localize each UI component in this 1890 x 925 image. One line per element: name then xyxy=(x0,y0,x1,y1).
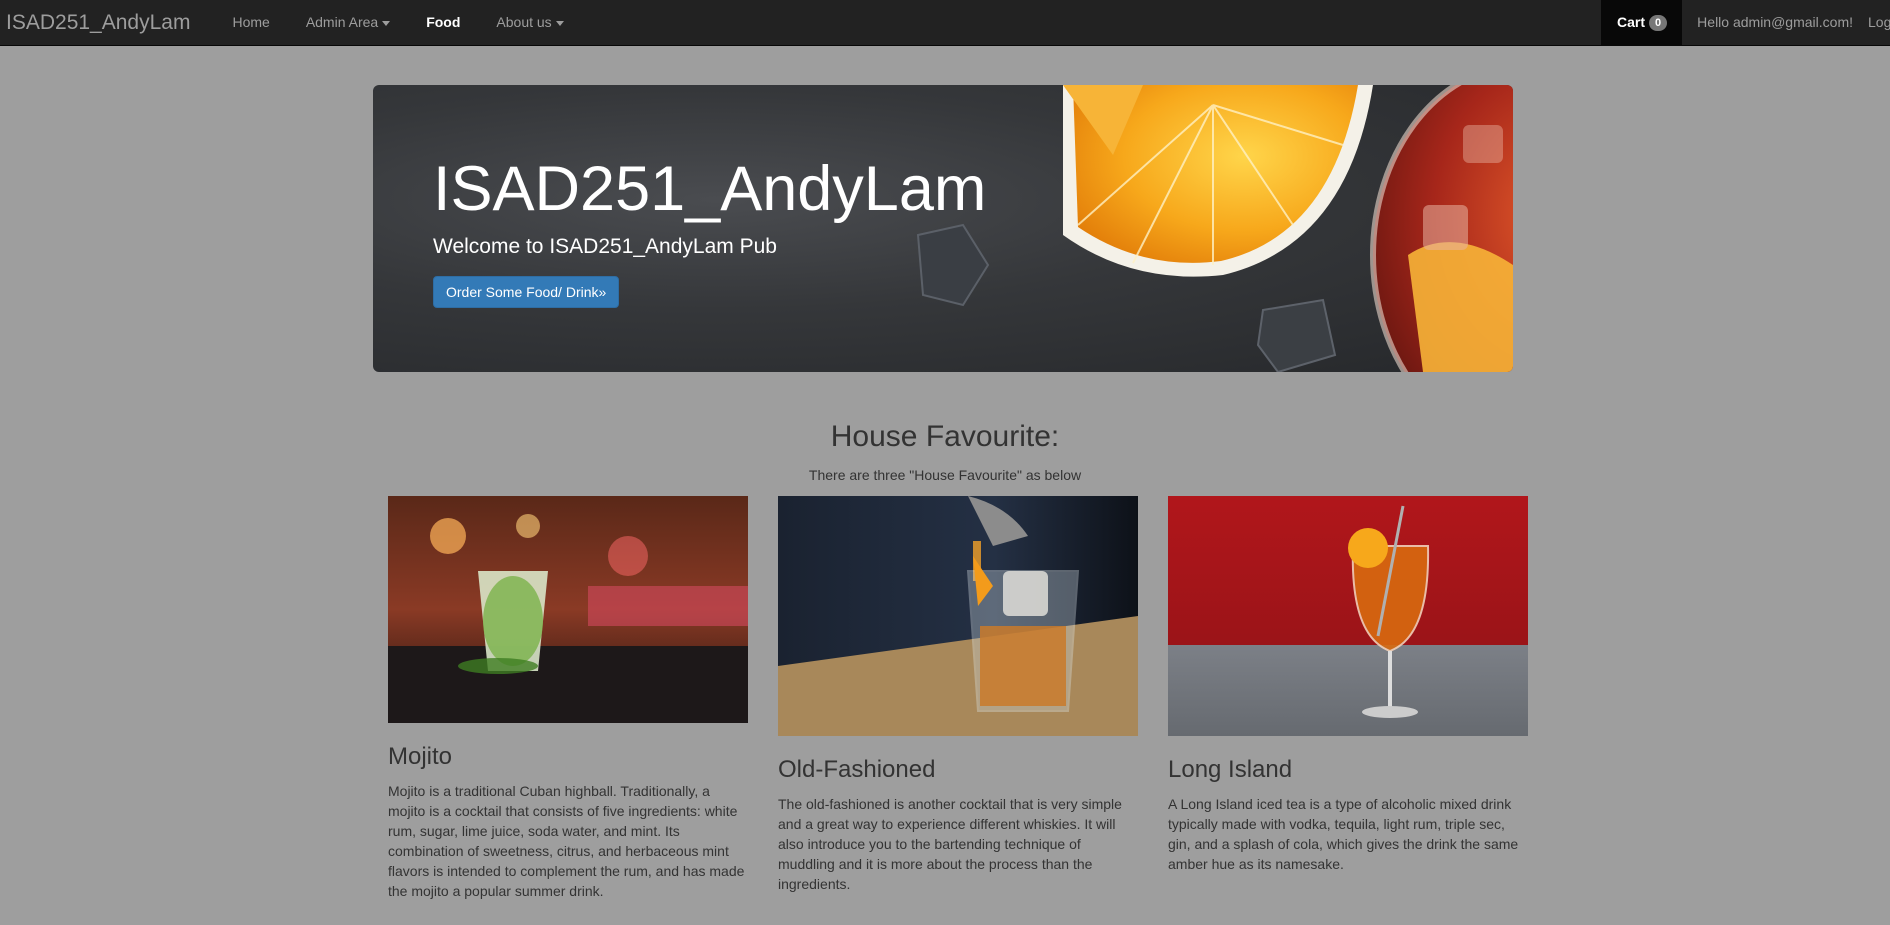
card-title: Long Island xyxy=(1168,756,1293,783)
brand-link[interactable]: ISAD251_AndyLam xyxy=(0,0,196,45)
caret-down-icon xyxy=(555,20,564,26)
card-title: Old-Fashioned xyxy=(778,756,936,783)
favourite-card: Old-Fashioned The old-fashioned is anoth… xyxy=(778,496,1138,894)
cart-link[interactable]: Cart 0 xyxy=(1601,0,1683,45)
order-food-drink-button[interactable]: Order Some Food/ Drink» xyxy=(433,276,620,308)
favourite-card: Long Island A Long Island iced tea is a … xyxy=(1168,496,1528,874)
nav-home-label: Home xyxy=(232,14,270,30)
favourite-card: Mojito Mojito is a traditional Cuban hig… xyxy=(388,496,748,901)
top-navbar: ISAD251_AndyLam Home Admin Area Food Abo… xyxy=(0,0,1890,46)
logout-link[interactable]: Log xyxy=(1868,0,1890,45)
nav-home[interactable]: Home xyxy=(214,0,287,45)
nav-food-label: Food xyxy=(426,14,461,30)
hero-subtitle: Welcome to ISAD251_AndyLam Pub xyxy=(433,235,777,258)
hero-background-image xyxy=(916,85,1513,372)
nav-food[interactable]: Food xyxy=(408,0,478,45)
card-title: Mojito xyxy=(388,743,453,770)
card-description: A Long Island iced tea is a type of alco… xyxy=(1168,796,1519,872)
mojito-image xyxy=(388,496,748,723)
section-subtitle: There are three "House Favourite" as bel… xyxy=(808,467,1082,483)
card-description: The old-fashioned is another cocktail th… xyxy=(778,796,1122,892)
nav-about-us[interactable]: About us xyxy=(478,0,581,45)
account-link[interactable]: Hello admin@gmail.com! xyxy=(1682,0,1868,45)
long-island-image xyxy=(1168,496,1528,736)
hero-title: ISAD251_AndyLam xyxy=(433,154,987,224)
cart-count-badge: 0 xyxy=(1649,15,1668,32)
card-description: Mojito is a traditional Cuban highball. … xyxy=(388,783,745,899)
nav-right: Cart 0 Hello admin@gmail.com! Log xyxy=(1601,0,1890,45)
nav-about-us-label: About us xyxy=(496,14,552,30)
caret-down-icon xyxy=(382,20,391,26)
cart-label: Cart xyxy=(1617,14,1646,30)
hero-banner: ISAD251_AndyLam Welcome to ISAD251_AndyL… xyxy=(373,85,1513,372)
section-title: House Favourite: xyxy=(830,420,1060,453)
nav-admin-area[interactable]: Admin Area xyxy=(288,0,408,45)
nav-admin-area-label: Admin Area xyxy=(305,14,379,30)
old-fashioned-image xyxy=(778,496,1138,736)
